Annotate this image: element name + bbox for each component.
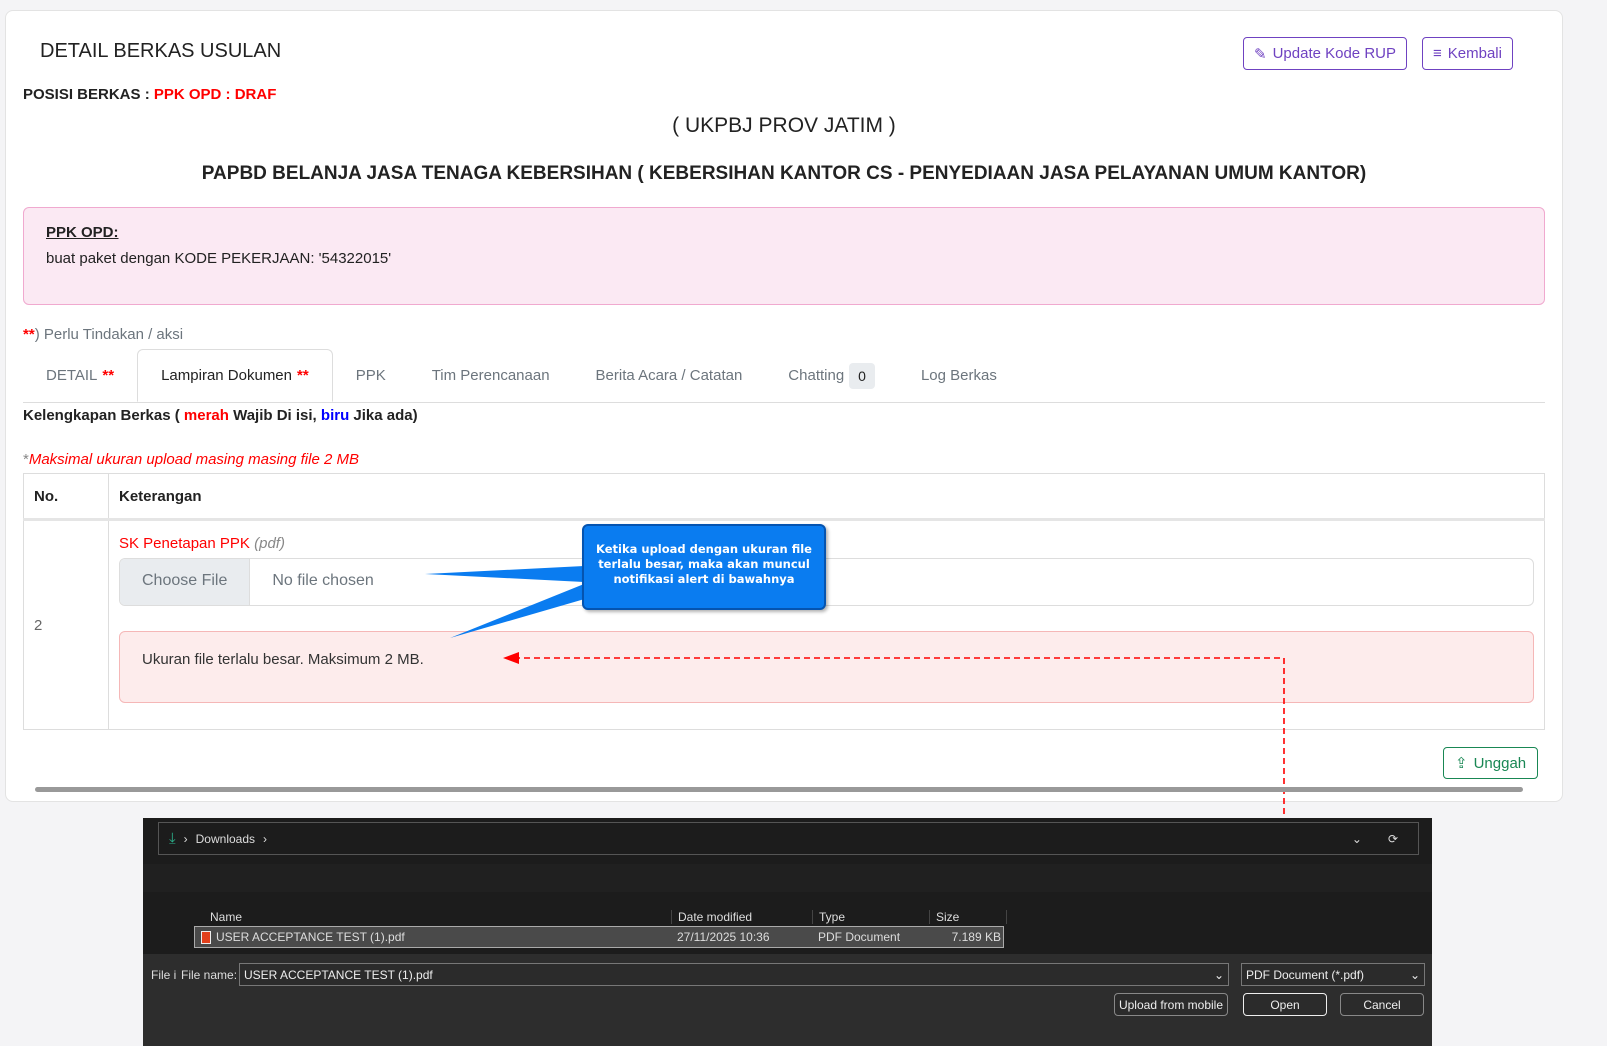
arrow-head-icon — [503, 652, 519, 664]
upload-button[interactable]: ⇪ Unggah — [1443, 747, 1539, 779]
upload-icon: ⇪ — [1455, 755, 1468, 772]
upload-label: Unggah — [1473, 754, 1527, 772]
filename-input[interactable]: USER ACCEPTANCE TEST (1).pdf ⌄ — [239, 963, 1229, 986]
chevron-right-icon: › — [263, 831, 268, 846]
chevron-down-icon[interactable]: ⌄ — [1352, 832, 1362, 846]
cancel-button[interactable]: Cancel — [1340, 993, 1424, 1016]
col-size[interactable]: Size — [929, 910, 1007, 924]
col-name[interactable]: Name — [167, 910, 671, 924]
file-type: PDF Document — [818, 930, 901, 944]
chevron-down-icon: ⌄ — [1409, 968, 1420, 982]
callout-pointer-1 — [425, 566, 584, 582]
column-headers: Name Date modified Type Size — [167, 906, 1337, 928]
filter-value: PDF Document (*.pdf) — [1246, 968, 1365, 982]
upload-from-mobile-button[interactable]: Upload from mobile — [1114, 993, 1228, 1016]
filename-value: USER ACCEPTANCE TEST (1).pdf — [244, 968, 433, 982]
chevron-right-icon: › — [183, 831, 188, 846]
breadcrumb-downloads[interactable]: Downloads — [196, 832, 255, 846]
file-date: 27/11/2025 10:36 — [677, 930, 770, 944]
file-size: 7.189 KB — [951, 930, 1001, 944]
address-bar[interactable]: ⤓ › Downloads › ⌄ ⟳ — [158, 822, 1419, 855]
annotation-callout: Ketika upload dengan ukuran file terlalu… — [582, 524, 826, 610]
file-open-dialog: ⤓ › Downloads › ⌄ ⟳ Name Date modified Type Size… — [143, 818, 1432, 1046]
chevron-down-icon[interactable]: ⌄ — [1214, 968, 1224, 982]
file-name: USER ACCEPTANCE TEST (1).pdf — [216, 930, 405, 944]
col-type[interactable]: Type — [812, 910, 929, 924]
file-type-select[interactable]: PDF Document (*.pdf) ⌄ — [1241, 963, 1425, 986]
open-button[interactable]: Open — [1243, 993, 1327, 1016]
file-row[interactable]: USER ACCEPTANCE TEST (1).pdf 27/11/2025 1… — [194, 926, 1004, 948]
col-date[interactable]: Date modified — [671, 910, 812, 924]
callout-pointer-2 — [450, 584, 588, 638]
refresh-icon[interactable]: ⟳ — [1388, 832, 1398, 846]
download-icon: ⤓ — [169, 830, 176, 847]
filename-label: File name: — [181, 968, 238, 982]
pdf-file-icon — [201, 930, 211, 944]
truncated-label: File i — [151, 968, 177, 982]
horizontal-scrollbar[interactable] — [35, 787, 1523, 792]
